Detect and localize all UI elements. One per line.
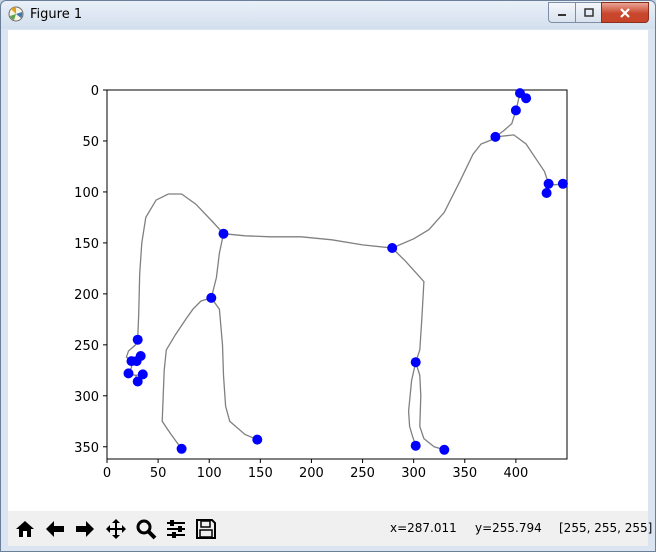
magnifier-icon	[136, 519, 157, 539]
node-marker-16	[132, 376, 143, 387]
y-tick-label-7: 350	[74, 441, 99, 456]
node-marker-13	[131, 356, 142, 367]
cursor-x-readout: x=287.011	[390, 521, 457, 535]
node-marker-2	[510, 105, 521, 116]
forward-button[interactable]	[71, 515, 99, 542]
node-marker-7	[218, 228, 229, 239]
x-tick-label-2: 100	[197, 466, 222, 481]
y-tick-label-0: 0	[91, 84, 99, 99]
x-tick-label-0: 0	[103, 466, 111, 481]
pixel-rgb-readout: [255, 255, 255]	[559, 521, 653, 535]
back-arrow-icon	[46, 520, 64, 537]
node-marker-4	[557, 178, 568, 189]
figure-window: Figure 1 0 50 100 150 200 250 300 350 400 0 50 100…	[0, 0, 656, 552]
y-axis-ticks: 0 50 100 150 200 250 300 350	[74, 84, 107, 456]
node-marker-10	[132, 334, 143, 345]
y-tick-label-2: 100	[74, 186, 99, 201]
y-tick-label-5: 250	[74, 339, 99, 354]
sliders-icon	[167, 519, 185, 538]
axes-frame	[106, 89, 568, 460]
node-marker-5	[543, 178, 554, 189]
home-button[interactable]	[11, 515, 39, 542]
x-axis-ticks: 0 50 100 150 200 250 300 350 400	[103, 459, 528, 481]
node-marker-1	[521, 93, 532, 104]
node-marker-20	[176, 443, 187, 454]
node-marker-21	[439, 444, 450, 455]
x-tick-label-8: 400	[503, 466, 528, 481]
forward-arrow-icon	[76, 520, 94, 537]
home-icon	[16, 520, 34, 537]
node-marker-6	[541, 188, 552, 198]
navigation-toolbar	[8, 511, 648, 546]
move-icon	[106, 518, 126, 539]
pan-button[interactable]	[102, 515, 130, 542]
node-marker-15	[123, 368, 134, 379]
y-tick-label-3: 150	[74, 237, 99, 252]
node-marker-17	[410, 357, 421, 368]
y-tick-label-1: 50	[82, 135, 99, 150]
plot-area[interactable]: 0 50 100 150 200 250 300 350 400 0 50 100 150 200 250…	[1, 1, 656, 511]
node-marker-3	[490, 131, 501, 142]
y-tick-label-6: 300	[74, 390, 99, 405]
x-tick-label-4: 200	[299, 466, 324, 481]
x-tick-label-3: 150	[248, 466, 273, 481]
cursor-y-readout: y=255.794	[475, 521, 542, 535]
node-marker-19	[410, 440, 421, 451]
node-marker-18	[252, 434, 263, 445]
x-tick-label-7: 350	[452, 466, 477, 481]
x-tick-label-1: 50	[150, 466, 167, 481]
back-button[interactable]	[41, 515, 69, 542]
x-tick-label-6: 300	[401, 466, 426, 481]
floppy-disk-icon	[196, 518, 216, 539]
node-marker-8	[387, 243, 398, 253]
configure-subplots-button[interactable]	[162, 515, 190, 542]
y-tick-label-4: 200	[74, 288, 99, 303]
save-button[interactable]	[192, 515, 220, 542]
node-marker-9	[206, 292, 217, 303]
x-tick-label-5: 250	[350, 466, 375, 481]
zoom-button[interactable]	[132, 515, 160, 542]
